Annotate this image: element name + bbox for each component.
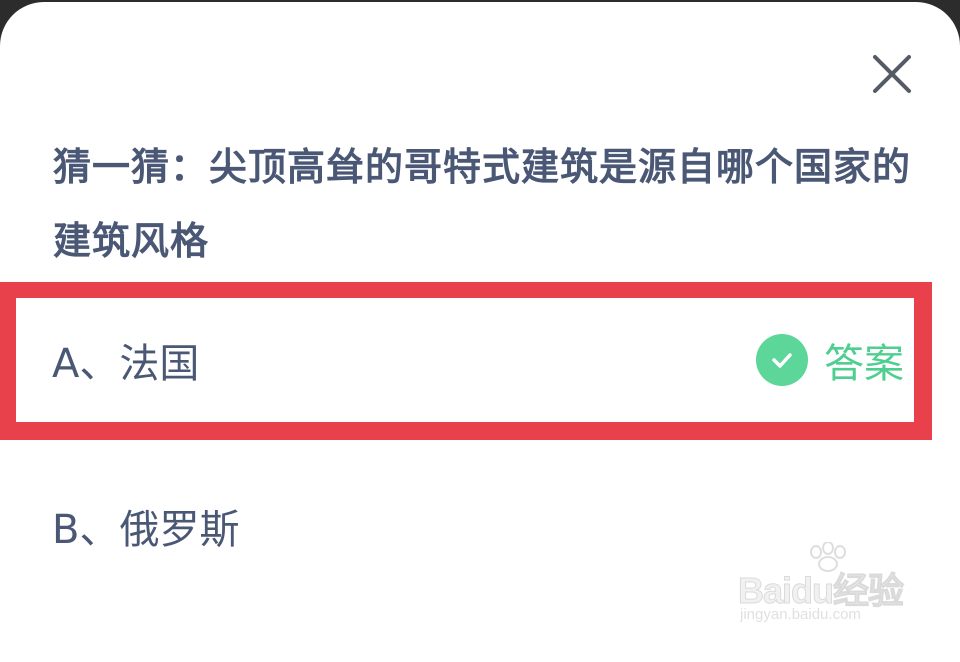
close-icon: [873, 55, 911, 93]
option-a[interactable]: A、法国 答案: [16, 298, 914, 422]
check-circle-icon: [756, 334, 808, 386]
watermark-url: jingyan.baidu.com: [740, 606, 861, 623]
answer-label: 答案: [824, 341, 904, 387]
option-a-label: A、法国: [52, 341, 200, 387]
close-button[interactable]: [868, 50, 916, 98]
baidu-jingyan-watermark: Baidu经验 jingyan.baidu.com: [728, 542, 948, 638]
quiz-card: 猜一猜：尖顶高耸的哥特式建筑是源自哪个国家的建筑风格 A、法国 答案 B、俄罗斯…: [0, 2, 960, 662]
answer-indicator: 答案: [756, 331, 904, 389]
option-b-label: B、俄罗斯: [52, 507, 240, 553]
question-text: 猜一猜：尖顶高耸的哥特式建筑是源自哪个国家的建筑风格: [53, 145, 912, 263]
